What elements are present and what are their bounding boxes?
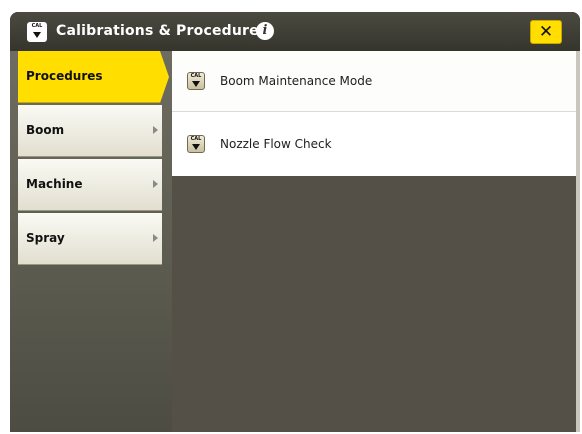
procedures-panel: CAL Boom Maintenance Mode CAL Nozzle Flo… (172, 51, 580, 432)
down-arrow-icon (33, 32, 41, 38)
calibrations-window: CAL Calibrations & Procedures i ✕ Proced… (10, 12, 580, 432)
sidebar-item-label: Procedures (26, 69, 103, 83)
procedure-list: CAL Boom Maintenance Mode CAL Nozzle Flo… (172, 51, 576, 176)
cal-icon: CAL (187, 135, 205, 153)
cal-icon: CAL (187, 72, 205, 90)
sidebar-item-machine[interactable]: Machine (18, 159, 162, 211)
title-bar: CAL Calibrations & Procedures i ✕ (10, 12, 580, 51)
down-arrow-icon (192, 144, 200, 150)
info-icon[interactable]: i (256, 22, 274, 40)
cal-icon-text: CAL (190, 136, 202, 142)
sidebar-item-label: Machine (26, 177, 83, 191)
cal-icon-text: CAL (31, 23, 43, 29)
sidebar-item-label: Spray (26, 231, 65, 245)
procedure-label: Boom Maintenance Mode (220, 74, 373, 88)
sidebar-item-boom[interactable]: Boom (18, 105, 162, 157)
sidebar-item-procedures[interactable]: Procedures (18, 51, 169, 103)
down-arrow-icon (192, 81, 200, 87)
sidebar-item-label: Boom (26, 123, 65, 137)
cal-icon-text: CAL (190, 73, 202, 79)
chevron-right-icon (153, 126, 158, 134)
sidebar-item-spray[interactable]: Spray (18, 213, 162, 265)
scrollbar[interactable] (576, 51, 580, 432)
procedure-label: Nozzle Flow Check (220, 137, 332, 151)
list-item-nozzle-flow-check[interactable]: CAL Nozzle Flow Check (172, 114, 576, 175)
close-button[interactable]: ✕ (530, 20, 562, 44)
chevron-right-icon (153, 234, 158, 242)
cal-icon: CAL (27, 22, 47, 42)
list-item-boom-maintenance-mode[interactable]: CAL Boom Maintenance Mode (172, 51, 576, 112)
sidebar: Procedures Boom Machine Spray (10, 51, 172, 432)
chevron-right-icon (153, 180, 158, 188)
window-title: Calibrations & Procedures (56, 23, 268, 39)
